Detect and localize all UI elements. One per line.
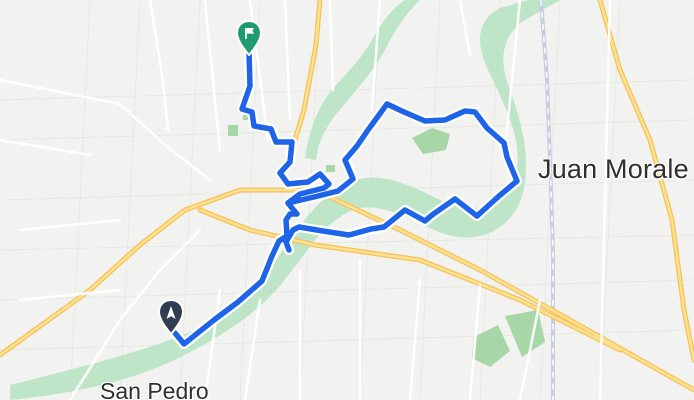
finish-marker[interactable] (235, 20, 263, 56)
finish-flag-icon (235, 20, 263, 56)
town-label-east: Juan Morale (538, 154, 689, 184)
start-pin-icon (157, 299, 185, 335)
map-base[interactable] (0, 0, 694, 400)
town-label-south: San Pedro (100, 378, 209, 400)
start-marker[interactable] (157, 299, 185, 335)
map-view[interactable]: Juan Morale San Pedro (0, 0, 694, 400)
